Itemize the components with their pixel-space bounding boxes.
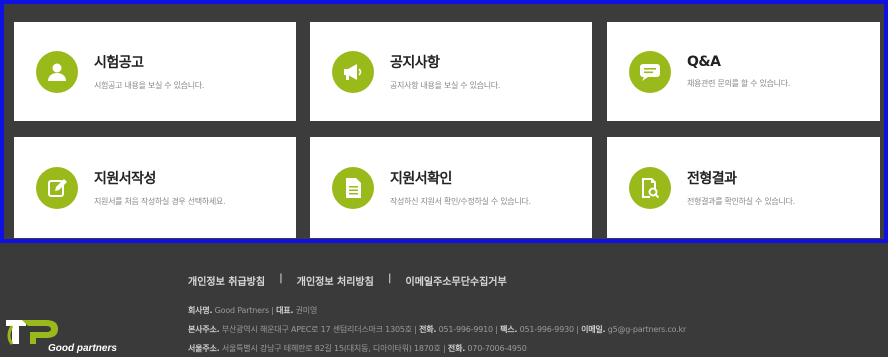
- card-description: 작성하신 지원서 확인/수정하실 수 있습니다.: [390, 197, 531, 206]
- company-name: Good Partners: [214, 306, 269, 315]
- menu-panel: 시험공고 시험공고 내용을 보실 수 있습니다. 공지사항 공지사항 내용을 보…: [0, 0, 888, 243]
- company-label: 회사명.: [188, 306, 213, 315]
- card-title: 지원서작성: [94, 171, 156, 187]
- card-application-check[interactable]: 지원서확인 작성하신 지원서 확인/수정하실 수 있습니다.: [310, 137, 592, 238]
- seoul-label: 서울주소.: [188, 344, 220, 353]
- seoul-info: 서울주소. 서울특별시 강남구 테헤란로 82길 15(대치동, 디아이타워) …: [188, 344, 527, 353]
- document-icon: [332, 166, 374, 209]
- hq-label: 본사주소.: [188, 325, 220, 334]
- card-description: 시험공고 내용을 보실 수 있습니다.: [94, 81, 205, 90]
- privacy-policy-link[interactable]: 개인정보 취급방침: [188, 273, 265, 288]
- seoul-address: 서울특별시 강남구 테헤란로 82길 15(대치동, 디아이타워) 1870호: [221, 344, 441, 353]
- link-separator: |: [387, 273, 392, 284]
- ceo-label: 대표.: [276, 306, 294, 315]
- card-description: 전형결과를 확인하실 수 있습니다.: [687, 197, 795, 206]
- email-label: 이메일.: [581, 325, 606, 334]
- card-qna[interactable]: Q&A 채용관련 문의를 할 수 있습니다.: [607, 22, 880, 121]
- card-description: 지원서를 처음 작성하실 경우 선택하세요.: [94, 197, 226, 206]
- megaphone-icon: [332, 50, 374, 93]
- card-description: 채용관련 문의를 할 수 있습니다.: [687, 79, 790, 88]
- email-refusal-link[interactable]: 이메일주소무단수집거부: [406, 273, 507, 288]
- hq-address: 부산광역시 해운대구 APEC로 17 센텀리더스마크 1305호: [221, 325, 412, 334]
- card-notice[interactable]: 공지사항 공지사항 내용을 보실 수 있습니다.: [310, 22, 592, 121]
- seoul-tel: 070-7006-4950: [467, 344, 527, 353]
- card-title: 공지사항: [390, 55, 440, 71]
- company-info: 회사명. Good Partners | 대표. 권미영: [188, 306, 318, 315]
- user-icon: [36, 50, 78, 93]
- logo-text: Good partners: [48, 343, 117, 354]
- email-address: g5@g-partners.co.kr: [607, 325, 687, 334]
- tel-label: 전화.: [419, 325, 437, 334]
- card-application-write[interactable]: 지원서작성 지원서를 처음 작성하실 경우 선택하세요.: [14, 137, 296, 238]
- card-title: Q&A: [687, 54, 721, 70]
- card-title: 지원서확인: [390, 171, 452, 187]
- privacy-processing-link[interactable]: 개인정보 처리방침: [297, 273, 374, 288]
- card-title: 전형결과: [687, 171, 737, 187]
- card-description: 공지사항 내용을 보실 수 있습니다.: [390, 81, 501, 90]
- hq-info: 본사주소. 부산광역시 해운대구 APEC로 17 센텀리더스마크 1305호 …: [188, 325, 687, 334]
- edit-icon: [36, 166, 78, 209]
- card-result[interactable]: 전형결과 전형결과를 확인하실 수 있습니다.: [607, 137, 880, 238]
- ceo-name: 권미영: [295, 306, 318, 315]
- footer: 개인정보 취급방침 | 개인정보 처리방침 | 이메일주소무단수집거부 회사명.…: [0, 243, 888, 357]
- card-title: 시험공고: [94, 55, 144, 71]
- link-separator: |: [279, 273, 283, 284]
- chat-icon: [629, 50, 671, 93]
- search-document-icon: [629, 166, 671, 209]
- card-exam-notice[interactable]: 시험공고 시험공고 내용을 보실 수 있습니다.: [14, 22, 296, 121]
- tel-label: 전화.: [447, 344, 466, 353]
- footer-links: 개인정보 취급방침 | 개인정보 처리방침 | 이메일주소무단수집거부: [188, 273, 507, 288]
- hq-tel: 051-996-9910: [438, 325, 493, 334]
- fax-number: 051-996-9930: [519, 325, 574, 334]
- fax-label: 팩스.: [500, 325, 518, 334]
